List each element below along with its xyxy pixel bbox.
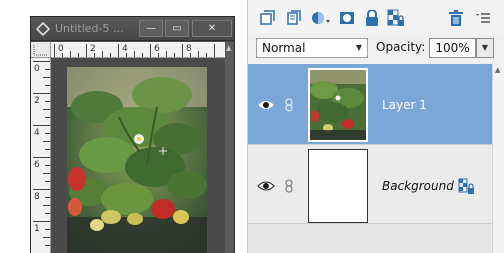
background-lock-button[interactable]: [458, 178, 474, 194]
ruler-tick-label: 4: [34, 128, 40, 138]
panel-menu-icon: [476, 13, 490, 23]
new-layer-icon: [260, 10, 275, 25]
lock-transparent-icon: [458, 178, 474, 194]
layers-list: Layer 1 Background: [248, 64, 492, 253]
ruler-tick-label: 0: [58, 44, 64, 54]
opacity-label: Opacity:: [376, 40, 426, 54]
eye-icon: [257, 181, 275, 191]
layer-link-toggle[interactable]: [284, 178, 294, 193]
layer-thumbnail[interactable]: [308, 68, 368, 142]
delete-layer-button[interactable]: [446, 8, 466, 28]
layer-row-background[interactable]: Background: [248, 144, 492, 224]
layer-thumbnail[interactable]: [308, 149, 368, 223]
visibility-toggle[interactable]: [257, 178, 275, 192]
maximize-icon: ▭: [172, 23, 182, 34]
app-icon: [35, 21, 51, 37]
close-icon: ✕: [207, 23, 217, 34]
document-window: Untitled-5 ... — ▭ ✕ 0 2 4 6 8 0 2 4 6 8…: [30, 16, 235, 253]
scroll-up-icon[interactable]: ▲: [226, 44, 231, 52]
visibility-toggle[interactable]: [257, 97, 275, 111]
ruler-corner[interactable]: [31, 42, 51, 58]
canvas-area[interactable]: [52, 59, 225, 253]
new-group-button[interactable]: [283, 8, 303, 28]
lock-transparent-button[interactable]: [386, 8, 406, 28]
minimize-button[interactable]: —: [139, 20, 163, 37]
ruler-tick-label: 1: [34, 224, 40, 234]
ruler-tick-label: 6: [34, 160, 40, 170]
layers-panel: Normal ▼ Opacity: 100% ▼ Layer 1 Backgro…: [247, 0, 504, 253]
layer-mask-button[interactable]: [337, 8, 357, 28]
lock-transparent-icon: [387, 9, 404, 26]
strawberry-photo[interactable]: [67, 67, 207, 253]
scroll-up-icon[interactable]: ▲: [495, 66, 500, 74]
layer-row-layer-1[interactable]: Layer 1: [248, 64, 492, 144]
ruler-tick-label: 4: [122, 44, 128, 54]
ruler-tick-label: 6: [154, 44, 160, 54]
lock-all-button[interactable]: [362, 8, 382, 28]
blend-mode-select[interactable]: Normal ▼: [256, 38, 368, 58]
adjustment-layer-icon: [312, 12, 330, 24]
opacity-input[interactable]: 100%: [429, 38, 476, 58]
opacity-dropdown-button[interactable]: ▼: [476, 38, 494, 58]
new-group-icon: [287, 10, 301, 25]
minimize-icon: —: [146, 23, 156, 34]
eye-icon: [258, 101, 274, 109]
link-icon: [285, 98, 293, 112]
layers-scrollbar[interactable]: ▲: [492, 64, 504, 253]
ruler-tick-label: 0: [34, 64, 40, 74]
chevron-down-icon: ▼: [355, 43, 362, 52]
horizontal-ruler[interactable]: 0 2 4 6 8: [51, 42, 225, 58]
adjustment-layer-button[interactable]: [309, 8, 333, 28]
chevron-down-icon: ▼: [481, 43, 489, 52]
panel-menu-button[interactable]: [473, 8, 493, 28]
layers-toolbar: [248, 0, 504, 34]
new-layer-button[interactable]: [257, 8, 277, 28]
maximize-button[interactable]: ▭: [165, 20, 189, 37]
lock-icon: [366, 10, 378, 26]
blend-mode-value: Normal: [262, 41, 306, 55]
document-title: Untitled-5 ...: [55, 22, 124, 35]
document-titlebar[interactable]: Untitled-5 ... — ▭ ✕: [31, 17, 234, 41]
ruler-tick-label: 2: [90, 44, 96, 54]
screen: Untitled-5 ... — ▭ ✕ 0 2 4 6 8 0 2 4 6 8…: [0, 0, 504, 253]
layer-mask-icon: [340, 12, 354, 24]
trash-icon: [449, 10, 463, 26]
document-vertical-scrollbar[interactable]: ▲: [225, 42, 234, 253]
ruler-tick-label: 8: [186, 44, 192, 54]
link-icon: [285, 179, 293, 193]
layer-link-toggle[interactable]: [284, 97, 294, 112]
vertical-ruler[interactable]: 0 2 4 6 8 1: [31, 58, 51, 253]
layer-name[interactable]: Background: [382, 179, 454, 193]
ruler-tick-label: 8: [34, 192, 40, 202]
close-button[interactable]: ✕: [192, 20, 232, 37]
ruler-tick-label: 2: [34, 96, 40, 106]
layer-name[interactable]: Layer 1: [382, 98, 427, 112]
